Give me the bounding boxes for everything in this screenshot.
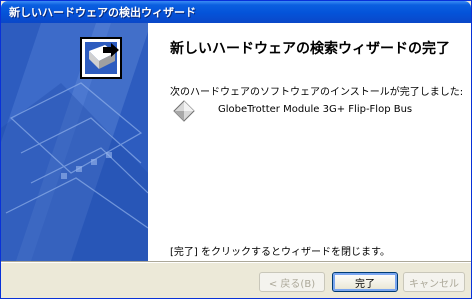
window-title: 新しいハードウェアの検出ウィザード: [9, 6, 196, 19]
wizard-window: 新しいハードウェアの検出ウィザード 新しいハードウェアの検索ウィザードの完了 次…: [0, 0, 472, 299]
finish-hint: [完了] をクリックするとウィザードを閉じます。: [170, 247, 390, 258]
back-button[interactable]: < 戻る(B): [259, 272, 325, 292]
hardware-wizard-icon: [80, 37, 122, 79]
diamond-device-icon: [173, 100, 195, 122]
wizard-content: 新しいハードウェアの検索ウィザードの完了 次のハードウェアのソフトウェアのインス…: [1, 23, 471, 261]
completion-description: 次のハードウェアのソフトウェアのインストールが完了しました:: [170, 87, 464, 98]
wizard-main: 新しいハードウェアの検索ウィザードの完了 次のハードウェアのソフトウェアのインス…: [148, 23, 471, 261]
side-banner-graphic: [1, 23, 148, 261]
wizard-heading: 新しいハードウェアの検索ウィザードの完了: [170, 41, 450, 57]
title-bar[interactable]: 新しいハードウェアの検出ウィザード: [1, 1, 471, 23]
side-banner: [1, 23, 148, 261]
button-separator: [1, 261, 471, 263]
finish-button[interactable]: 完了: [332, 272, 398, 292]
cancel-button[interactable]: キャンセル: [403, 272, 465, 292]
device-name: GlobeTrotter Module 3G+ Flip-Flop Bus: [218, 104, 413, 115]
